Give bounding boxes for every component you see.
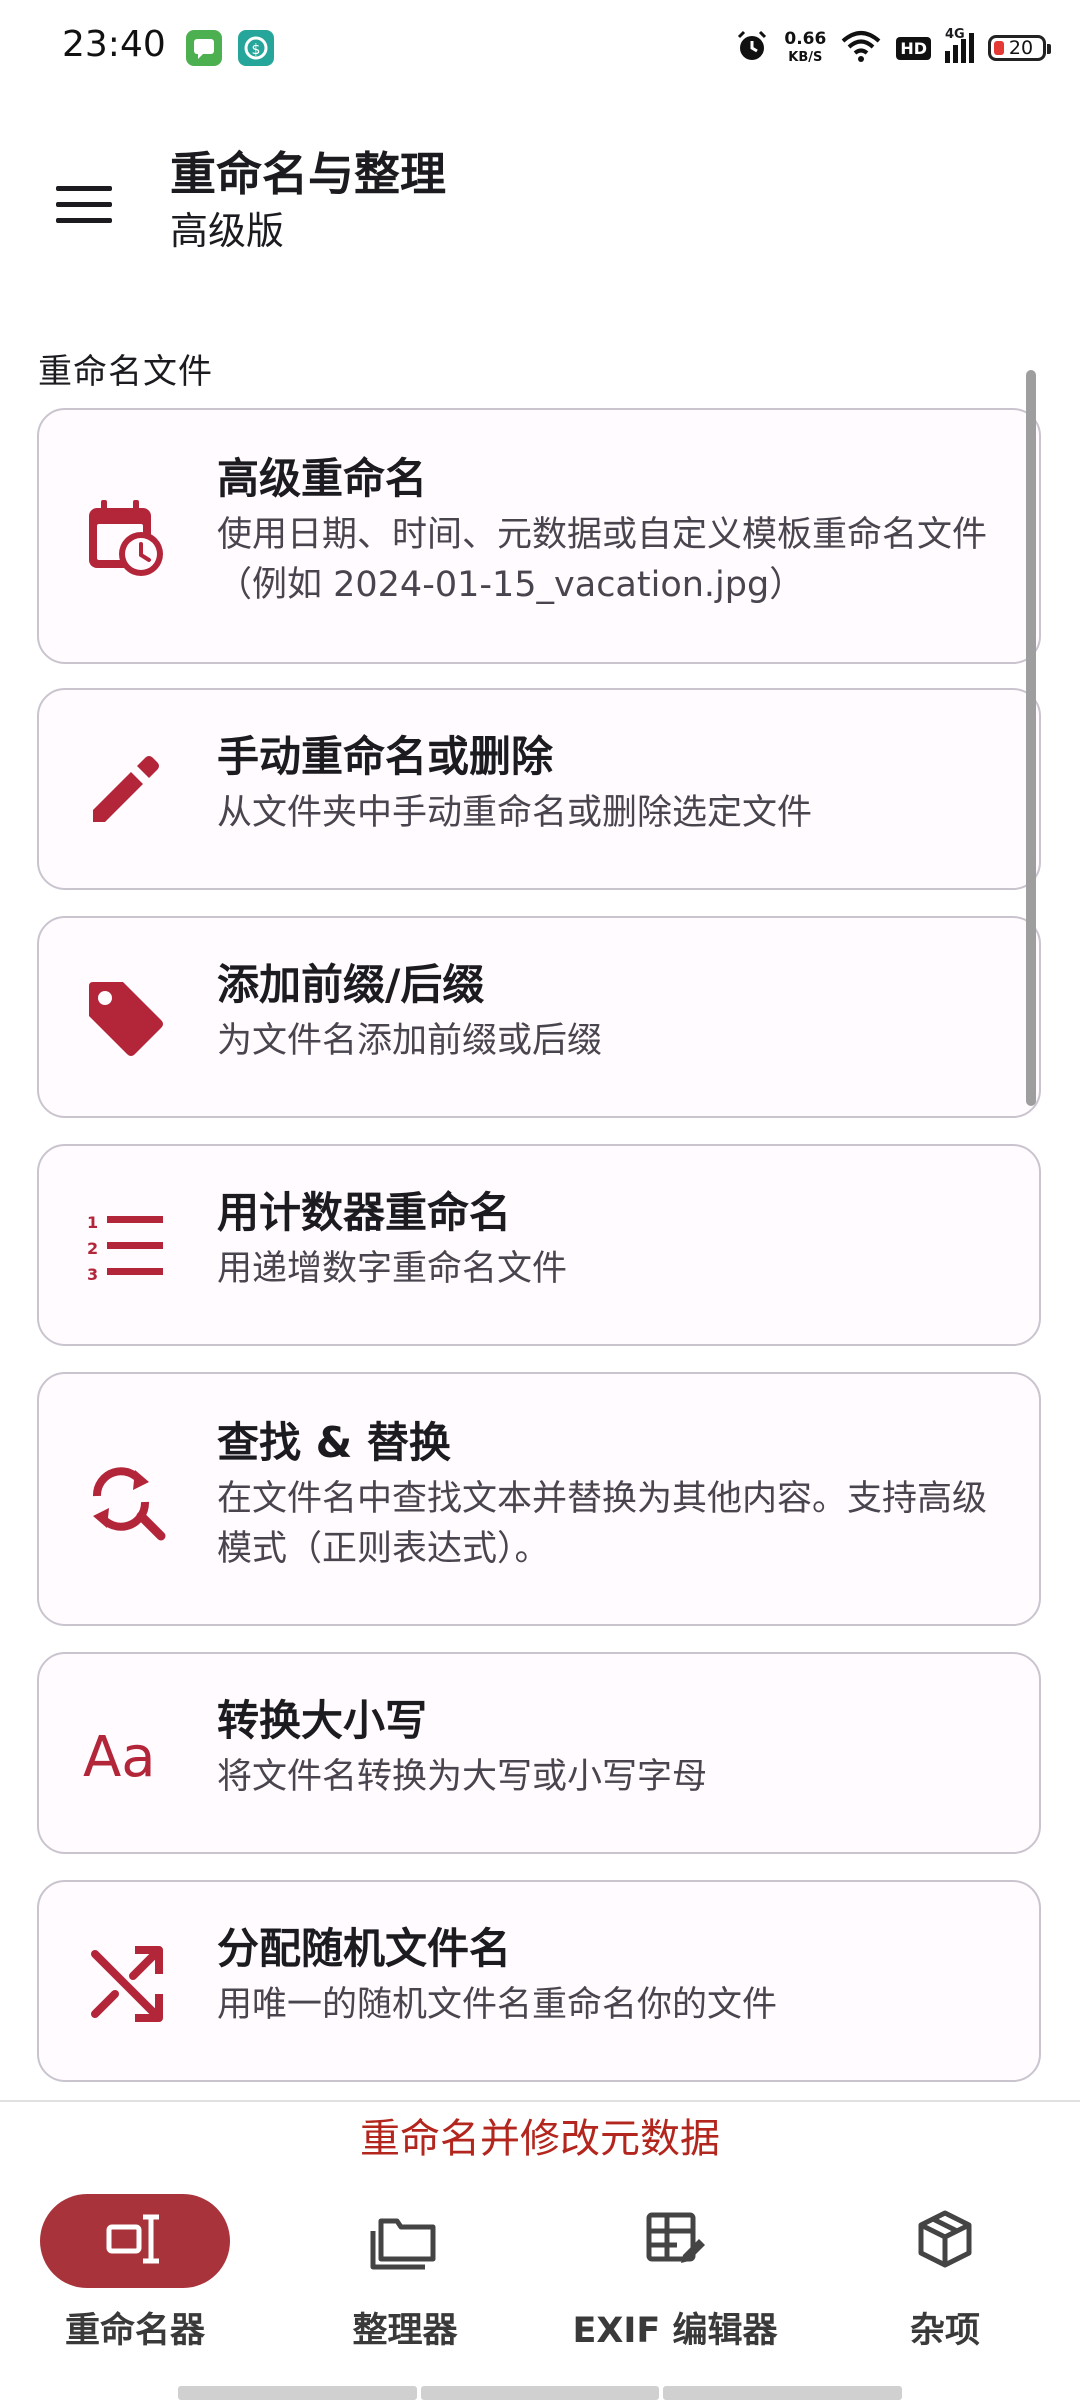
page-title: 重命名与整理 [170, 147, 446, 201]
svg-text:2: 2 [87, 1239, 98, 1258]
calendar-clock-icon [83, 494, 167, 578]
hd-badge: HD [896, 36, 931, 60]
status-bar: 23:40 $ 0.66 KB/S HD 4G 20 [0, 0, 1080, 96]
card-description: 为文件名添加前缀或后缀 [217, 1021, 603, 1061]
card-title: 查找 & 替换 [217, 1418, 451, 1467]
speed-value: 0.66 [784, 28, 827, 49]
card-description: 将文件名转换为大写或小写字母 [217, 1757, 708, 1797]
top-app-bar: 重命名与整理 高级版 [0, 96, 1080, 296]
cell-signal-icon: 4G [945, 27, 974, 63]
battery-level: 20 [1008, 37, 1034, 59]
card-prefix-suffix[interactable]: 添加前缀/后缀 为文件名添加前缀或后缀 [37, 916, 1041, 1118]
battery-indicator: 20 [988, 35, 1051, 61]
wifi-icon [840, 29, 882, 67]
card-random-names[interactable]: 分配随机文件名 用唯一的随机文件名重命名你的文件 [37, 1880, 1041, 2082]
text-case-icon: Aa [83, 1712, 167, 1796]
nav-active-indicator [40, 2194, 230, 2288]
card-manual-rename[interactable]: 手动重命名或删除 从文件夹中手动重命名或删除选定文件 [37, 688, 1041, 890]
nav-item-organizer[interactable]: 整理器 [270, 2194, 540, 2354]
scrollbar[interactable] [1026, 370, 1036, 1106]
money-app-icon: $ [238, 30, 274, 66]
nav-label: 杂项 [909, 2311, 980, 2351]
card-description: 使用日期、时间、元数据或自定义模板重命名文件（例如 2024-01-15_vac… [217, 515, 988, 605]
section-title: 重命名文件 [38, 352, 213, 392]
numbered-list-icon: 1 2 3 [83, 1204, 167, 1288]
card-description: 用递增数字重命名文件 [217, 1249, 568, 1289]
shuffle-icon [83, 1940, 167, 2024]
card-change-case[interactable]: Aa 转换大小写 将文件名转换为大写或小写字母 [37, 1652, 1041, 1854]
messages-app-icon [186, 30, 222, 66]
card-title: 用计数器重命名 [217, 1188, 512, 1237]
nav-label: EXIF 编辑器 [572, 2311, 778, 2351]
page-subtitle: 高级版 [170, 209, 285, 253]
card-title: 分配随机文件名 [217, 1924, 512, 1973]
menu-button[interactable] [36, 156, 132, 252]
rename-cursor-icon [103, 2207, 167, 2275]
speed-unit: KB/S [788, 49, 823, 65]
svg-text:3: 3 [87, 1265, 98, 1284]
network-speed: 0.66 KB/S [784, 28, 827, 66]
card-description: 从文件夹中手动重命名或删除选定文件 [217, 793, 813, 833]
bottom-caption: 重命名并修改元数据 [0, 2100, 1080, 2164]
alarm-icon [734, 28, 770, 68]
package-icon [913, 2207, 977, 2275]
card-description: 在文件名中查找文本并替换为其他内容。支持高级模式（正则表达式）。 [217, 1479, 988, 1569]
card-description: 用唯一的随机文件名重命名你的文件 [217, 1985, 778, 2025]
status-time: 23:40 [62, 24, 166, 65]
nav-item-misc[interactable]: 杂项 [810, 2194, 1080, 2354]
hamburger-icon [56, 185, 112, 191]
network-label: 4G [945, 27, 965, 42]
card-counter-rename[interactable]: 1 2 3 用计数器重命名 用递增数字重命名文件 [37, 1144, 1041, 1346]
card-advanced-rename[interactable]: 高级重命名 使用日期、时间、元数据或自定义模板重命名文件（例如 2024-01-… [37, 408, 1041, 664]
nav-label: 整理器 [352, 2311, 458, 2351]
card-find-replace[interactable]: 查找 & 替换 在文件名中查找文本并替换为其他内容。支持高级模式（正则表达式）。 [37, 1372, 1041, 1626]
bottom-navigation: 重命名器 整理器 EXIF 编辑器 杂项 [0, 2170, 1080, 2370]
svg-text:Aa: Aa [83, 1725, 156, 1790]
svg-text:$: $ [252, 42, 261, 58]
find-replace-icon [83, 1458, 167, 1542]
folders-icon [369, 2207, 441, 2275]
tag-icon [83, 976, 167, 1060]
card-title: 添加前缀/后缀 [217, 960, 485, 1009]
nav-item-exif-editor[interactable]: EXIF 编辑器 [540, 2194, 810, 2354]
card-title: 手动重命名或删除 [217, 732, 554, 781]
svg-text:1: 1 [87, 1213, 98, 1232]
card-title: 转换大小写 [217, 1696, 428, 1745]
nav-item-renamer[interactable]: 重命名器 [0, 2194, 270, 2354]
nav-label: 重命名器 [64, 2311, 205, 2351]
card-title: 高级重命名 [217, 454, 428, 503]
gesture-bar [178, 2386, 903, 2400]
table-edit-icon [643, 2207, 707, 2275]
pencil-icon [83, 748, 167, 832]
